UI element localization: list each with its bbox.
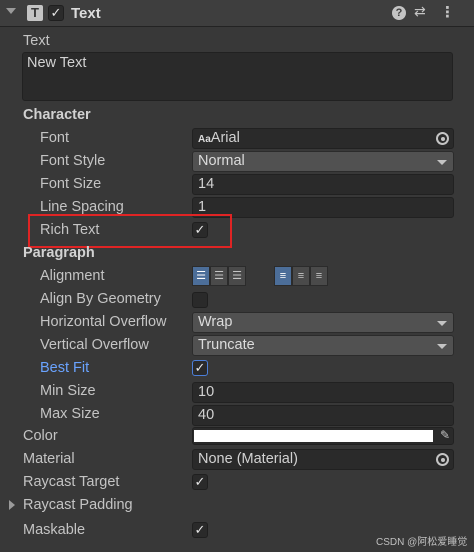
align-bottom-icon[interactable]: ≡ xyxy=(310,266,328,286)
max-size-label: Max Size xyxy=(40,406,100,422)
best-fit-label: Best Fit xyxy=(40,360,90,376)
maskable-label: Maskable xyxy=(23,522,86,538)
dropdown-arrow-icon xyxy=(437,344,447,349)
align-left-icon[interactable]: ☰ xyxy=(192,266,210,286)
material-label: Material xyxy=(23,451,75,467)
font-size-label: Font Size xyxy=(40,176,102,192)
align-middle-icon[interactable]: ≡ xyxy=(292,266,310,286)
vertical-overflow-value: Truncate xyxy=(198,337,255,353)
color-field[interactable]: ✎ xyxy=(192,427,454,445)
horizontal-alignment-group: ☰ ☰ ☰ xyxy=(192,266,246,286)
max-size-input[interactable]: 40 xyxy=(192,405,454,426)
align-by-geometry-checkbox[interactable] xyxy=(192,292,208,308)
character-section-label: Character xyxy=(23,107,91,123)
font-style-value: Normal xyxy=(198,153,245,169)
font-style-label: Font Style xyxy=(40,153,106,169)
min-size-input[interactable]: 10 xyxy=(192,382,454,403)
help-icon[interactable]: ? xyxy=(392,6,406,20)
component-title: Text xyxy=(71,5,101,22)
horizontal-overflow-dropdown[interactable]: Wrap xyxy=(192,312,454,333)
font-label: Font xyxy=(40,130,70,146)
paragraph-section-label: Paragraph xyxy=(23,245,95,261)
watermark-text: CSDN @阿松爱睡觉 xyxy=(376,537,468,548)
vertical-overflow-label: Vertical Overflow xyxy=(40,337,149,353)
raycast-padding-foldout-icon[interactable] xyxy=(9,500,15,510)
eyedropper-icon[interactable]: ✎ xyxy=(440,428,450,442)
raycast-target-label: Raycast Target xyxy=(23,474,120,490)
raycast-target-checkbox[interactable]: ✓ xyxy=(192,474,208,490)
font-asset-icon: Aa xyxy=(198,134,211,145)
maskable-checkbox[interactable]: ✓ xyxy=(192,522,208,538)
object-picker-icon[interactable] xyxy=(436,132,449,145)
align-by-geometry-label: Align By Geometry xyxy=(40,291,161,307)
horizontal-overflow-label: Horizontal Overflow xyxy=(40,314,167,330)
font-object-field[interactable]: AaArial xyxy=(192,128,454,149)
material-object-field[interactable]: None (Material) xyxy=(192,449,454,470)
line-spacing-label: Line Spacing xyxy=(40,199,124,215)
best-fit-checkbox[interactable]: ✓ xyxy=(192,360,208,376)
font-value: Arial xyxy=(210,130,240,146)
align-center-icon[interactable]: ☰ xyxy=(210,266,228,286)
align-top-icon[interactable]: ≡ xyxy=(274,266,292,286)
color-swatch[interactable] xyxy=(194,430,433,442)
min-size-label: Min Size xyxy=(40,383,96,399)
component-enabled-checkbox[interactable]: ✓ xyxy=(48,5,64,21)
font-style-dropdown[interactable]: Normal xyxy=(192,151,454,172)
raycast-padding-label[interactable]: Raycast Padding xyxy=(23,497,133,513)
vertical-alignment-group: ≡ ≡ ≡ xyxy=(274,266,328,286)
dropdown-arrow-icon xyxy=(437,321,447,326)
text-label: Text xyxy=(23,33,50,49)
rich-text-highlight-box xyxy=(28,214,232,248)
vertical-overflow-dropdown[interactable]: Truncate xyxy=(192,335,454,356)
foldout-arrow-icon[interactable] xyxy=(6,8,16,14)
color-label: Color xyxy=(23,428,58,444)
material-value: None (Material) xyxy=(198,451,298,467)
horizontal-overflow-value: Wrap xyxy=(198,314,233,330)
object-picker-icon[interactable] xyxy=(436,453,449,466)
alignment-label: Alignment xyxy=(40,268,105,284)
dropdown-arrow-icon xyxy=(437,160,447,165)
align-right-icon[interactable]: ☰ xyxy=(228,266,246,286)
text-component-icon: T xyxy=(27,5,43,21)
presets-icon[interactable]: ⇄ xyxy=(414,3,426,20)
text-textarea[interactable]: New Text xyxy=(22,52,453,101)
font-size-input[interactable]: 14 xyxy=(192,174,454,195)
context-menu-icon[interactable]: ⋮ xyxy=(440,3,455,21)
